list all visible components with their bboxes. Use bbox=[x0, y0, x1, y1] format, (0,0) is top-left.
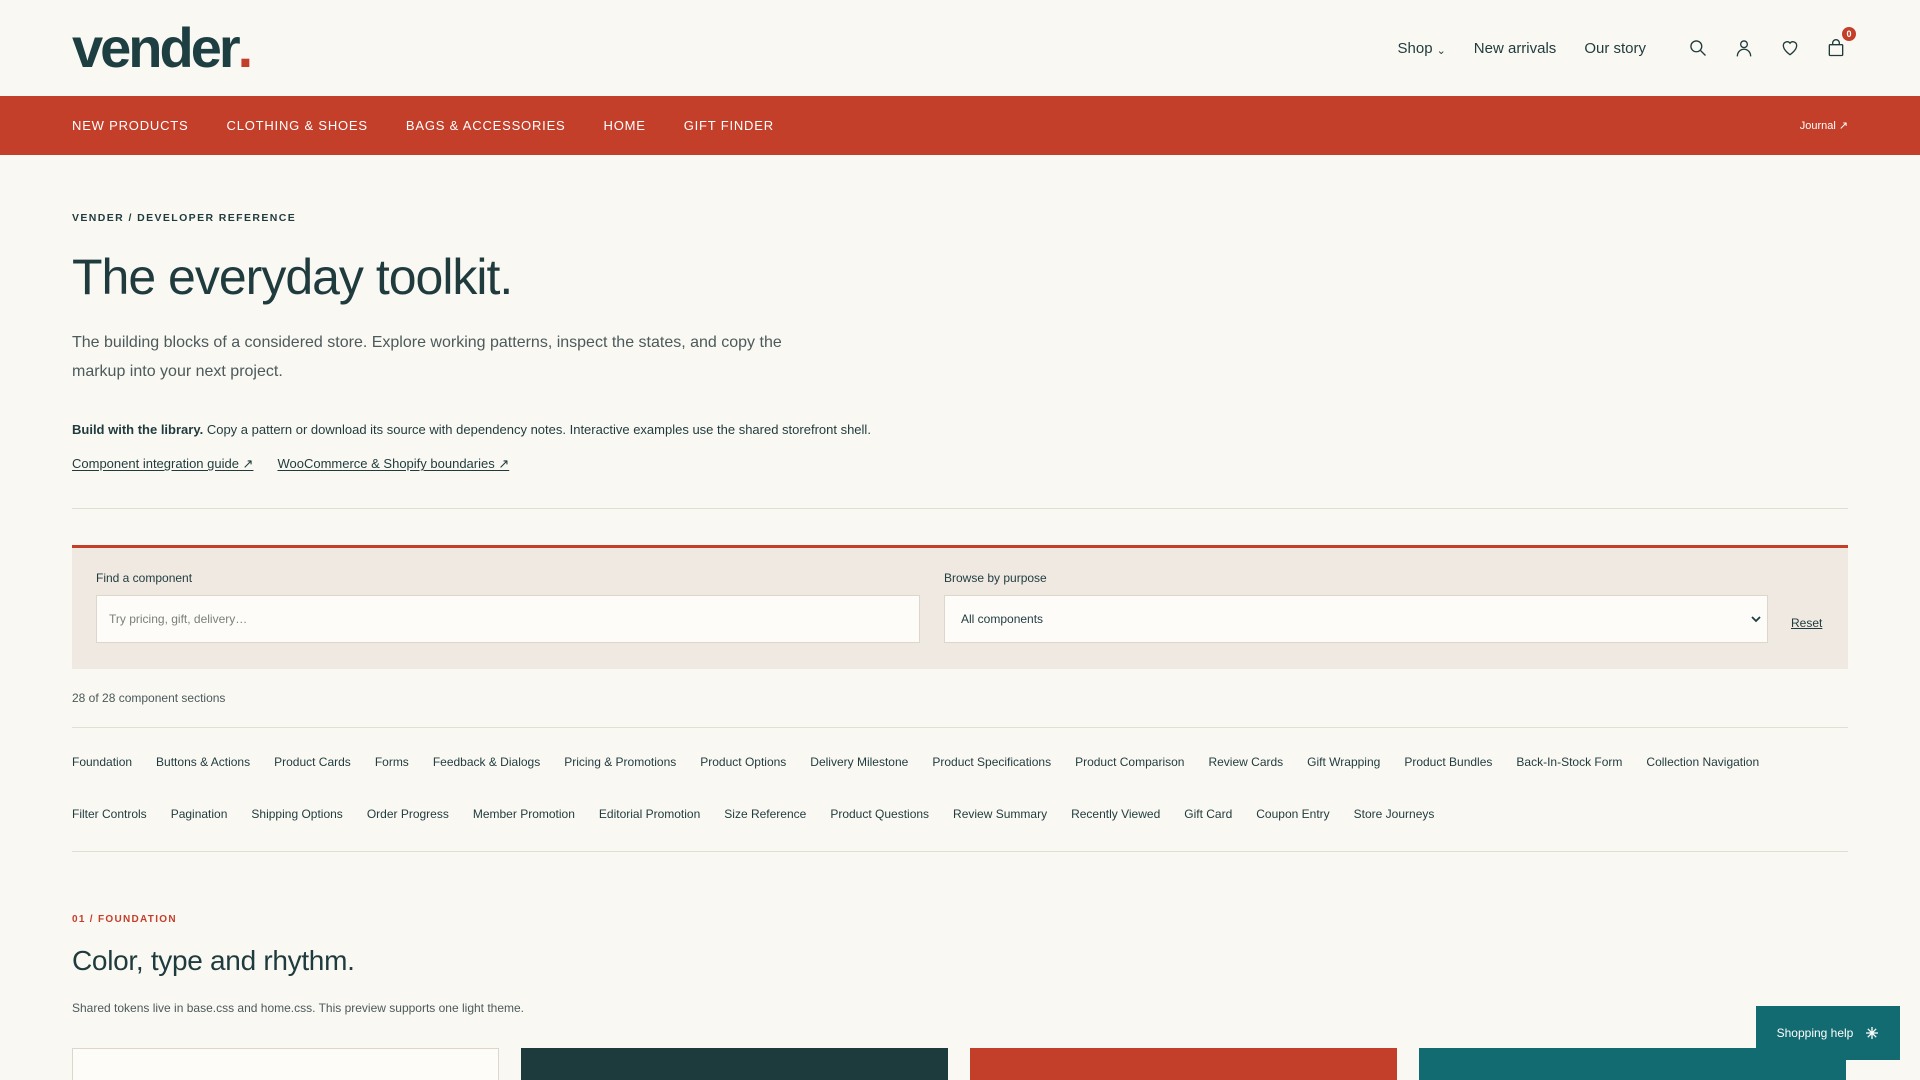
component-link[interactable]: Member Promotion bbox=[473, 807, 575, 859]
nav-shop[interactable]: Shop ⌄ bbox=[1398, 40, 1446, 57]
nav-shop-label: Shop bbox=[1397, 39, 1433, 57]
sparkle-icon bbox=[1866, 1027, 1879, 1039]
component-link[interactable]: Order Progress bbox=[367, 807, 449, 859]
site-header: vender. Shop ⌄ New arrivals Our story 0 bbox=[0, 0, 1920, 96]
breadcrumb: VENDER / DEVELOPER REFERENCE bbox=[72, 212, 297, 224]
component-link[interactable]: Shipping Options bbox=[251, 807, 342, 859]
component-index: Foundation Buttons & Actions Product Cards… bbox=[72, 728, 1848, 851]
nav-our-story-label: Our story bbox=[1584, 39, 1646, 57]
logo[interactable]: vender. bbox=[72, 16, 253, 79]
category-clothing-shoes[interactable]: CLOTHING & SHOES bbox=[227, 118, 368, 133]
browse-select[interactable]: All components bbox=[944, 595, 1768, 643]
shopping-help-label: Shopping help bbox=[1776, 1026, 1854, 1040]
component-link[interactable]: Review Cards bbox=[1208, 755, 1283, 807]
build-note-bold: Build with the library. bbox=[72, 422, 204, 437]
category-items: NEW PRODUCTS CLOTHING & SHOES BAGS & ACC… bbox=[72, 118, 774, 133]
account-icon[interactable] bbox=[1732, 36, 1756, 60]
component-link[interactable]: Editorial Promotion bbox=[599, 807, 700, 859]
nav-new-arrivals-label: New arrivals bbox=[1473, 39, 1557, 57]
category-bags-accessories[interactable]: BAGS & ACCESSORIES bbox=[406, 118, 566, 133]
component-link[interactable]: Delivery Milestone bbox=[810, 755, 908, 807]
component-link[interactable]: Pagination bbox=[171, 807, 228, 859]
top-nav: Shop ⌄ New arrivals Our story bbox=[1398, 40, 1646, 57]
component-link[interactable]: Forms bbox=[375, 755, 409, 807]
component-link[interactable]: Product Specifications bbox=[932, 755, 1051, 807]
bag-icon[interactable]: 0 bbox=[1824, 27, 1856, 60]
main-content: VENDER / DEVELOPER REFERENCE The everyda… bbox=[0, 212, 1920, 1080]
component-link[interactable]: Product Cards bbox=[274, 755, 351, 807]
shopping-help-button[interactable]: Shopping help bbox=[1756, 1006, 1900, 1060]
component-filter: Find a component Try pricing, gift, deli… bbox=[72, 545, 1848, 669]
build-note: Build with the library. Copy a pattern o… bbox=[72, 422, 1848, 437]
page-title: The everyday toolkit. bbox=[72, 249, 513, 305]
component-link[interactable]: Feedback & Dialogs bbox=[433, 755, 540, 807]
nav-our-story[interactable]: Our story bbox=[1584, 40, 1646, 57]
browse-label: Browse by purpose bbox=[944, 571, 1047, 585]
divider bbox=[72, 508, 1848, 509]
external-arrow-icon: ↗ bbox=[1838, 120, 1848, 132]
color-swatches bbox=[72, 1048, 1848, 1080]
results-count: 28 of 28 component sections bbox=[72, 691, 226, 705]
category-new-products[interactable]: NEW PRODUCTS bbox=[72, 118, 189, 133]
build-note-text: Copy a pattern or download its source wi… bbox=[203, 422, 871, 437]
component-link[interactable]: Gift Wrapping bbox=[1307, 755, 1380, 807]
component-link[interactable]: Product Questions bbox=[830, 807, 929, 859]
section-title: Color, type and rhythm. bbox=[72, 945, 355, 976]
search-placeholder: Try pricing, gift, delivery… bbox=[109, 612, 248, 626]
component-link[interactable]: Product Options bbox=[700, 755, 786, 807]
component-link[interactable]: Size Reference bbox=[724, 807, 806, 859]
component-link[interactable]: Collection Navigation bbox=[1646, 755, 1759, 807]
reset-button[interactable]: Reset bbox=[1791, 616, 1822, 630]
nav-new-arrivals[interactable]: New arrivals bbox=[1474, 40, 1557, 57]
search-icon[interactable] bbox=[1686, 36, 1710, 60]
logo-dot: . bbox=[237, 16, 253, 79]
reference-links: Component integration guide ↗ WooCommerc… bbox=[72, 456, 1848, 472]
category-gift-finder[interactable]: GIFT FINDER bbox=[684, 118, 774, 133]
component-link[interactable]: Coupon Entry bbox=[1256, 807, 1329, 859]
category-bar: NEW PRODUCTS CLOTHING & SHOES BAGS & ACC… bbox=[0, 96, 1920, 155]
component-link[interactable]: Back-In-Stock Form bbox=[1516, 755, 1622, 807]
browse-field: Browse by purpose All components bbox=[944, 571, 1768, 669]
header-icons: 0 bbox=[1686, 27, 1856, 60]
chevron-down-icon: ⌄ bbox=[1436, 44, 1446, 57]
component-link[interactable]: Gift Card bbox=[1184, 807, 1232, 859]
integration-guide-link[interactable]: Component integration guide ↗ bbox=[72, 456, 253, 472]
section-description: Shared tokens live in base.css and home.… bbox=[72, 1001, 525, 1015]
component-link[interactable]: Product Bundles bbox=[1404, 755, 1492, 807]
component-link[interactable]: Pricing & Promotions bbox=[564, 755, 676, 807]
component-link[interactable]: Review Summary bbox=[953, 807, 1047, 859]
component-link[interactable]: Recently Viewed bbox=[1071, 807, 1160, 859]
component-link[interactable]: Store Journeys bbox=[1354, 807, 1435, 859]
component-link[interactable]: Filter Controls bbox=[72, 807, 147, 859]
color-swatch-card bbox=[521, 1048, 948, 1080]
color-swatch-card bbox=[970, 1048, 1397, 1080]
chevron-down-icon bbox=[1751, 616, 1761, 623]
logo-text: vender bbox=[72, 16, 241, 79]
journal-link[interactable]: Journal ↗ bbox=[1799, 119, 1848, 133]
search-label: Find a component bbox=[96, 571, 193, 585]
header-right: Shop ⌄ New arrivals Our story 0 bbox=[1398, 27, 1856, 60]
component-link[interactable]: Product Comparison bbox=[1075, 755, 1184, 807]
section-eyebrow: 01 / FOUNDATION bbox=[72, 914, 177, 925]
color-swatch-card bbox=[72, 1048, 499, 1080]
component-link[interactable]: Foundation bbox=[72, 755, 132, 807]
search-field: Find a component Try pricing, gift, deli… bbox=[96, 571, 920, 669]
journal-label: Journal bbox=[1799, 119, 1836, 132]
browse-value: All components bbox=[961, 612, 1044, 626]
component-link[interactable]: Buttons & Actions bbox=[156, 755, 250, 807]
category-home[interactable]: HOME bbox=[604, 118, 646, 133]
page-description: The building blocks of a considered stor… bbox=[72, 334, 782, 380]
platform-boundaries-link[interactable]: WooCommerce & Shopify boundaries ↗ bbox=[277, 456, 509, 472]
cart-count-badge: 0 bbox=[1842, 27, 1856, 41]
search-input[interactable]: Try pricing, gift, delivery… bbox=[96, 595, 920, 643]
heart-icon[interactable] bbox=[1778, 36, 1802, 60]
